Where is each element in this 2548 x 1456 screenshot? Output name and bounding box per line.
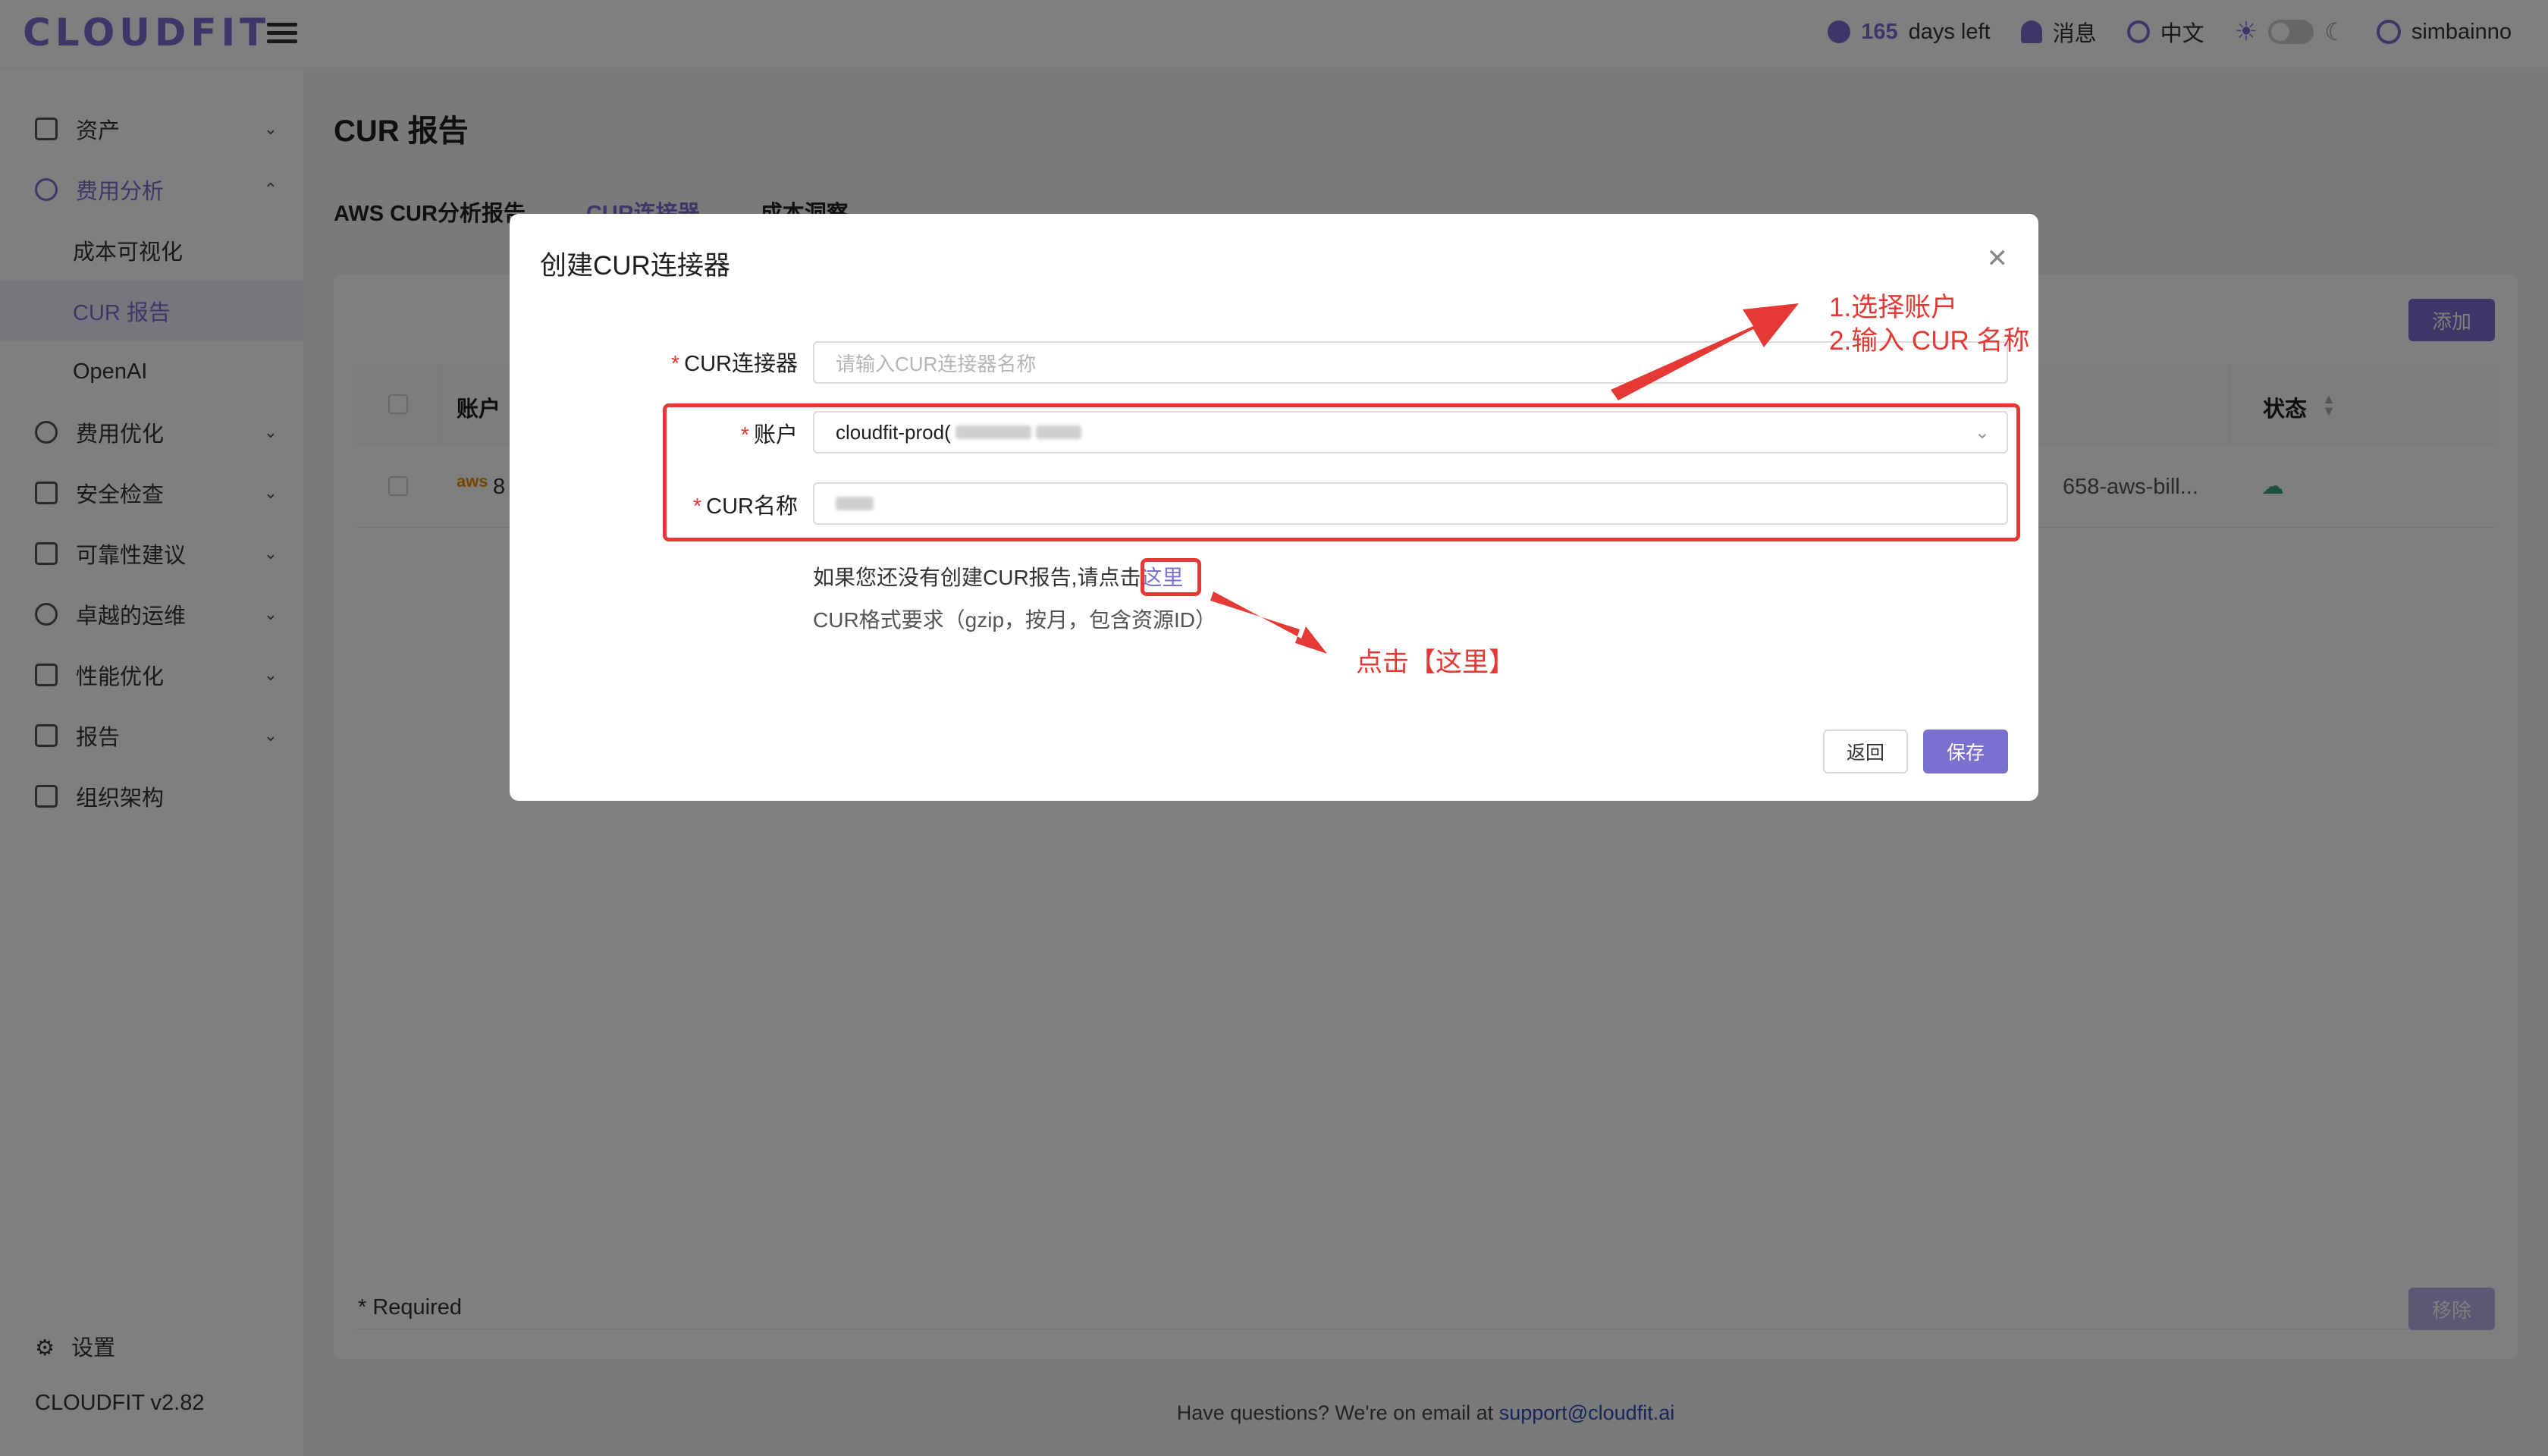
create-cur-hint: 如果您还没有创建CUR报告,请点击这里 bbox=[813, 561, 1183, 592]
modal-title: 创建CUR连接器 bbox=[540, 251, 730, 281]
hint-text: 如果您还没有创建CUR报告,请点击 bbox=[813, 566, 1141, 589]
app-root: CLOUDFIT 165 days left 消息 中文 ☀ ☾ bbox=[0, 0, 2548, 1456]
annotation-link-box bbox=[1141, 558, 1201, 596]
connector-name-label: * CUR连接器 bbox=[671, 346, 798, 378]
required-star: * bbox=[670, 352, 680, 376]
label-text: CUR连接器 bbox=[684, 352, 798, 376]
annotation-step1: 1.选择账户 bbox=[1829, 293, 1958, 322]
save-button[interactable]: 保存 bbox=[1923, 730, 2008, 774]
annotation-step2: 2.输入 CUR 名称 bbox=[1829, 326, 2030, 356]
annotation-click-here: 点击【这里】 bbox=[1356, 648, 1516, 677]
annotation-highlight-box bbox=[663, 403, 2020, 541]
back-button[interactable]: 返回 bbox=[1823, 730, 1908, 774]
close-icon[interactable]: ✕ bbox=[1987, 246, 2009, 271]
cur-format-hint: CUR格式要求（gzip，按月，包含资源ID） bbox=[813, 608, 1217, 632]
